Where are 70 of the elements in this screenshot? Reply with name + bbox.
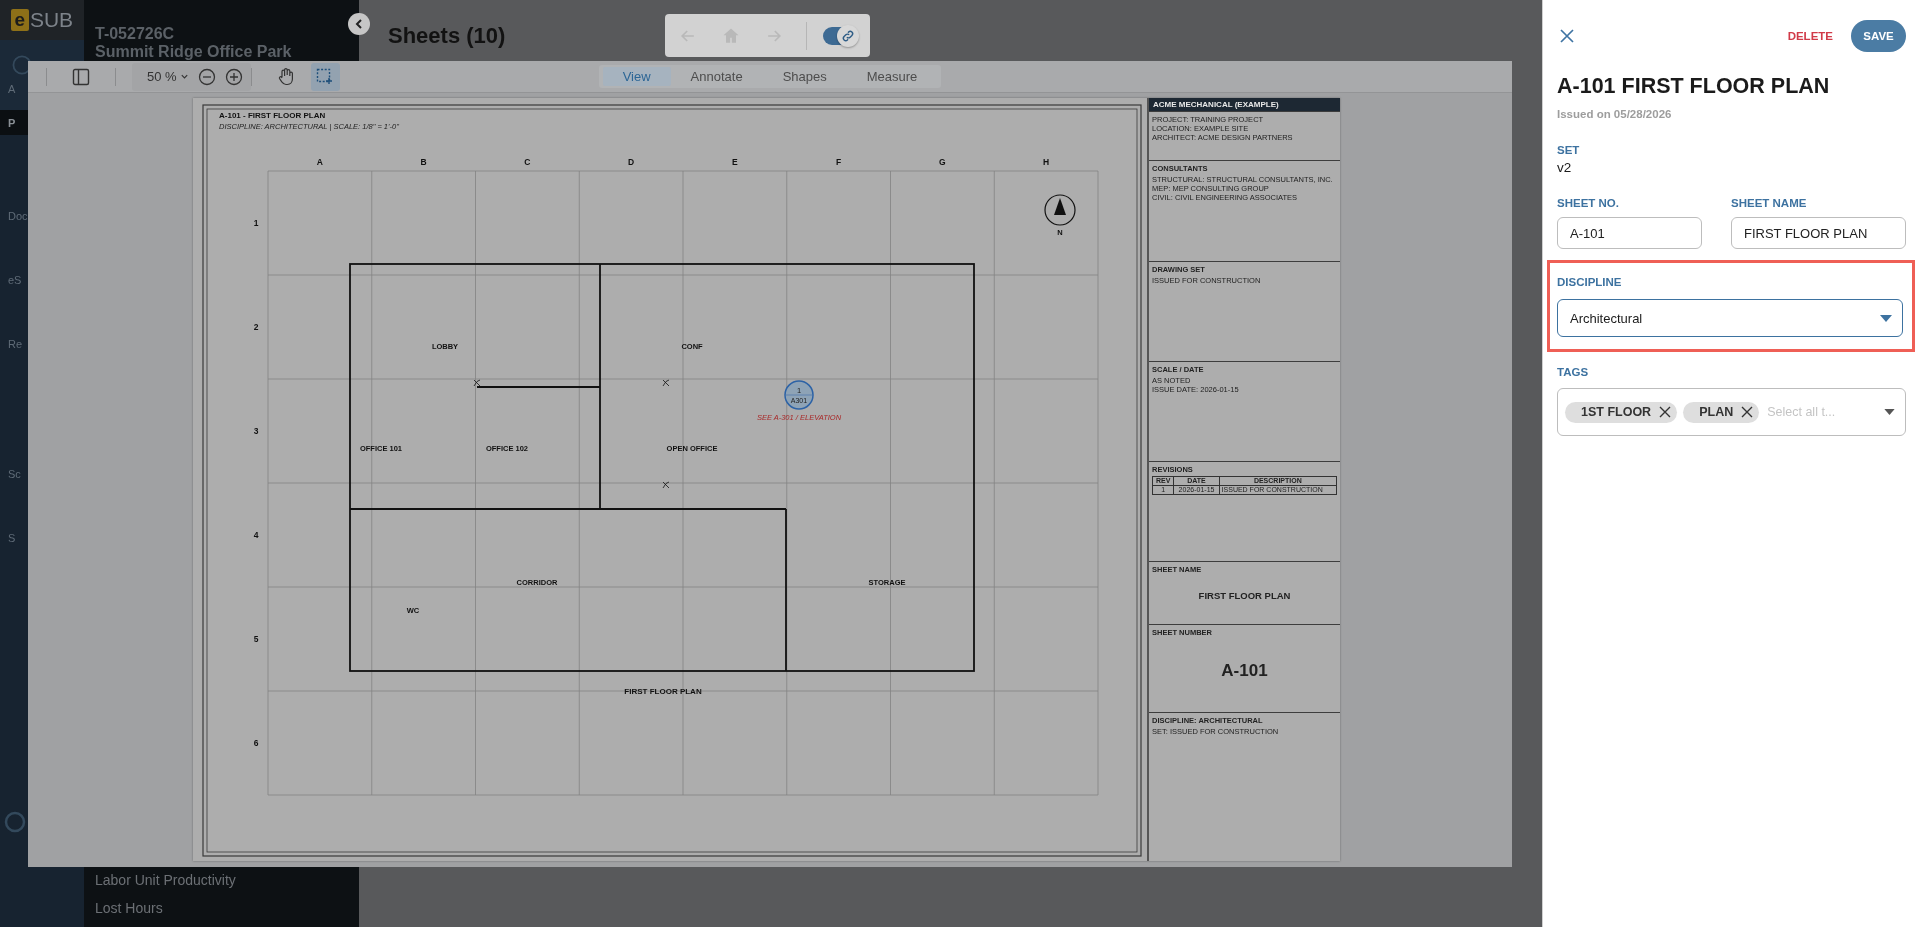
chevron-left-icon bbox=[353, 18, 365, 30]
set-value: v2 bbox=[1557, 160, 1572, 175]
zoom-dropdown[interactable]: 50 % bbox=[147, 69, 189, 84]
input-field[interactable]: A-101 bbox=[1557, 217, 1702, 249]
zoom-out-icon[interactable] bbox=[197, 67, 216, 86]
nav-item[interactable]: Re bbox=[8, 338, 23, 350]
issued-date: Issued on 05/28/2026 bbox=[1557, 108, 1672, 120]
grid-label: 1 bbox=[253, 218, 259, 228]
caret-down-icon bbox=[1880, 314, 1892, 322]
tab[interactable]: Annotate bbox=[670, 67, 763, 86]
door-mark bbox=[662, 379, 670, 387]
nav-item[interactable]: Doc bbox=[8, 210, 28, 222]
sidebar-toggle-icon[interactable] bbox=[72, 67, 90, 86]
tags-field[interactable]: 1ST FLOOR PLAN Select all t... bbox=[1557, 388, 1906, 436]
grid-label: H bbox=[1043, 157, 1050, 167]
caret-down-icon bbox=[1884, 409, 1895, 415]
sheet-name-text: FIRST FLOOR PLAN bbox=[1198, 590, 1291, 601]
door-mark bbox=[473, 379, 481, 387]
field-label: SHEET NAME bbox=[1731, 197, 1808, 209]
remove-icon[interactable] bbox=[1741, 406, 1754, 418]
grid-label: A bbox=[316, 157, 323, 167]
link-icon bbox=[841, 28, 855, 43]
tab[interactable]: View bbox=[602, 67, 671, 86]
title-block-header: ACME MECHANICAL (EXAMPLE) bbox=[1149, 98, 1340, 111]
delete-button[interactable]: DELETE bbox=[1787, 30, 1833, 42]
tag-chip[interactable]: 1ST FLOOR bbox=[1565, 401, 1678, 423]
grid-label: 2 bbox=[253, 322, 259, 332]
sheet-heading: A-101 FIRST FLOOR PLAN bbox=[1557, 74, 1830, 99]
save-button[interactable]: SAVE bbox=[1851, 20, 1906, 52]
grid-label: D bbox=[628, 157, 635, 167]
close-icon bbox=[1560, 29, 1574, 43]
close-button[interactable] bbox=[1560, 29, 1574, 43]
nav-item[interactable]: eS bbox=[8, 274, 22, 286]
grid-label: 6 bbox=[253, 738, 259, 748]
nav-item[interactable]: S bbox=[8, 532, 16, 544]
grid-label: B bbox=[420, 157, 427, 167]
input-field[interactable]: FIRST FLOOR PLAN bbox=[1731, 217, 1906, 249]
callout-circle bbox=[784, 380, 814, 410]
grid-label: 4 bbox=[253, 530, 259, 540]
grid-label: C bbox=[524, 157, 531, 167]
project-name: Summit Ridge Office Park bbox=[95, 43, 292, 61]
dropdown-field[interactable]: Architectural bbox=[1557, 299, 1903, 337]
nav-item[interactable]: P bbox=[8, 116, 16, 129]
tab[interactable]: Measure bbox=[846, 67, 938, 86]
page-title: Sheets (10) bbox=[388, 23, 506, 49]
sheet-title: A-101 - FIRST FLOOR PLAN bbox=[219, 111, 326, 120]
zoom-in-icon[interactable] bbox=[224, 67, 243, 86]
door-mark bbox=[662, 481, 670, 489]
remove-icon[interactable] bbox=[1659, 406, 1672, 418]
chevron-down-icon bbox=[179, 72, 189, 81]
nav-item[interactable]: Sc bbox=[8, 468, 21, 480]
field-label: SET bbox=[1557, 144, 1580, 156]
drawing-caption: FIRST FLOOR PLAN bbox=[624, 687, 702, 696]
field-label: DISCIPLINE bbox=[1557, 276, 1622, 288]
project-code: T-052726C bbox=[95, 25, 175, 43]
select-tool[interactable] bbox=[310, 62, 340, 91]
field-label: SHEET NO. bbox=[1557, 197, 1620, 209]
sheet-number-text: A-101 bbox=[1221, 661, 1268, 680]
grid-label: E bbox=[732, 157, 738, 167]
grid-label: G bbox=[939, 157, 946, 167]
field-label: TAGS bbox=[1557, 366, 1589, 378]
grid-label: 5 bbox=[253, 634, 259, 644]
grid-label: 3 bbox=[253, 426, 259, 436]
tag-chip[interactable]: PLAN bbox=[1683, 401, 1760, 423]
sidebar-item[interactable]: Lost Hours bbox=[95, 899, 163, 917]
tab[interactable]: Shapes bbox=[762, 67, 847, 86]
sidebar-item[interactable]: Labor Unit Productivity bbox=[95, 871, 236, 889]
nav-item[interactable]: A bbox=[8, 83, 16, 95]
app-logo: e SUB bbox=[0, 0, 84, 40]
grid-label: F bbox=[836, 157, 842, 167]
